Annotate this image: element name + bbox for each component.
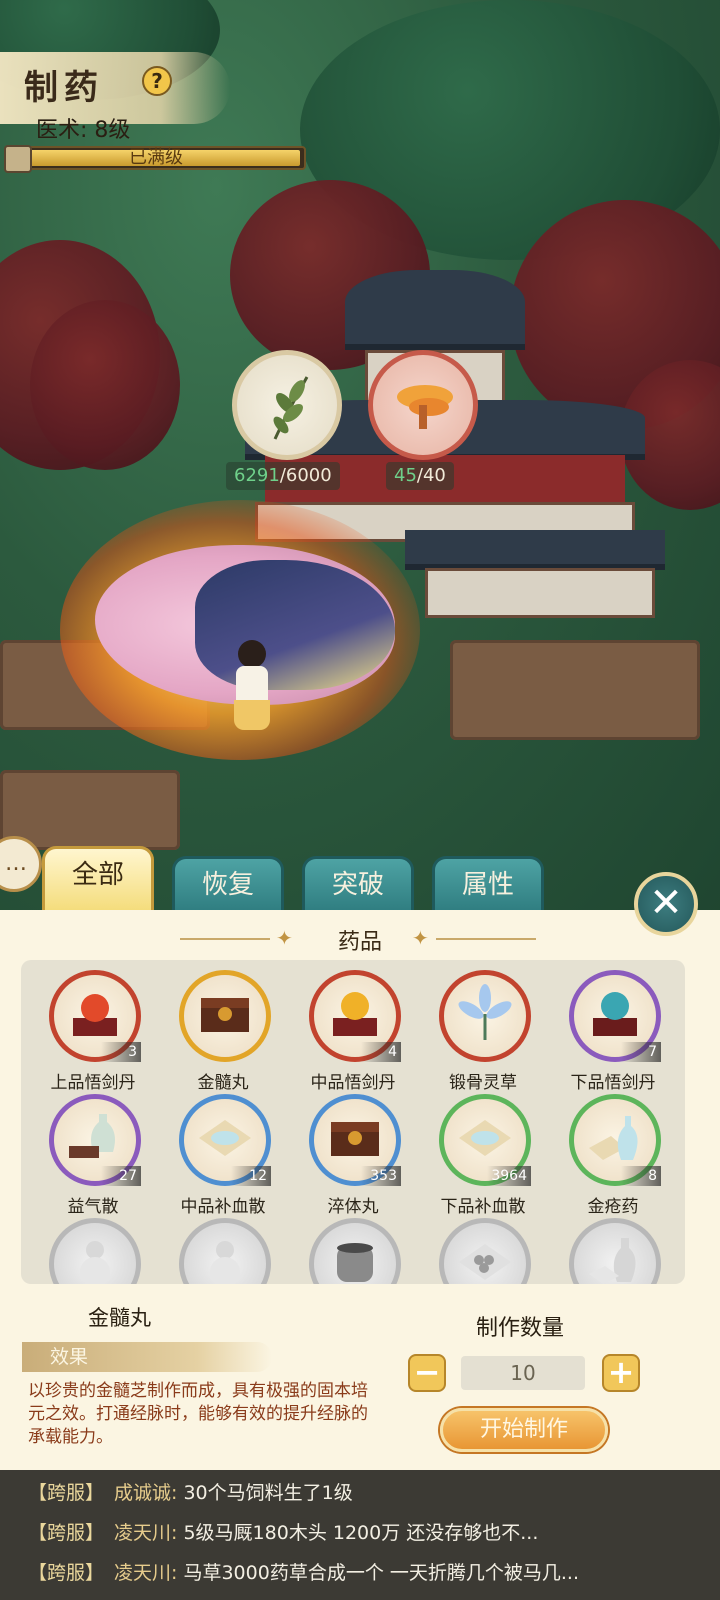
item-frame <box>179 1218 271 1284</box>
vase-with-beads-icon <box>65 1108 125 1172</box>
medicine-item[interactable]: 4 中品悟剑丹 <box>293 970 413 1096</box>
tab-recovery[interactable]: 恢复 <box>172 856 284 912</box>
teal-orb-on-box-icon <box>585 984 645 1048</box>
chat-message: 【跨服】 成诚诚: 30个马饲料生了1级 <box>28 1482 353 1504</box>
close-button[interactable]: ✕ <box>634 872 698 936</box>
medicine-item[interactable] <box>293 1218 413 1284</box>
medicine-item[interactable]: 353 淬体丸 <box>293 1094 413 1220</box>
herb-resource[interactable] <box>232 350 342 460</box>
item-name: 益气散 <box>67 1197 119 1217</box>
help-button[interactable]: ? <box>142 66 172 96</box>
item-name: 中品补血散 <box>180 1197 266 1217</box>
item-frame <box>439 1218 531 1284</box>
tab-breakthrough[interactable]: 突破 <box>302 856 414 912</box>
medicine-item[interactable] <box>423 1218 543 1284</box>
chat-log[interactable]: 【跨服】 成诚诚: 30个马饲料生了1级 【跨服】 凌天川: 5级马厩180木头 1… <box>0 1470 720 1600</box>
medicine-item[interactable] <box>553 1218 673 1284</box>
crafting-header: 制药 ? 医术: 8级 已满级 <box>0 52 320 182</box>
item-count: 3 <box>101 1042 141 1062</box>
chat-message: 【跨服】 凌天川: 5级马厩180木头 1200万 还没存够也不... <box>28 1522 539 1544</box>
increase-quantity-button[interactable]: + <box>602 1354 640 1392</box>
item-name: 金疮药 <box>587 1197 639 1217</box>
sparkle-icon: ✦ <box>412 926 429 950</box>
powder-on-paper-icon <box>455 1108 515 1172</box>
effect-label: 效果 <box>22 1342 272 1372</box>
medicine-item[interactable]: 3 上品悟剑丹 <box>33 970 153 1096</box>
effect-description: 以珍贵的金髓芝制作而成，具有极强的固本培元之效。打通经脉时，能够有效的提升经脉的… <box>28 1381 368 1447</box>
item-frame <box>309 1218 401 1284</box>
item-name: 下品补血散 <box>440 1197 526 1217</box>
gourd-bottle-icon <box>195 1232 255 1284</box>
medicine-item[interactable]: 12 中品补血散 <box>163 1094 283 1220</box>
skill-level: 医术: 8级 <box>36 118 131 143</box>
item-name: 淬体丸 <box>327 1197 379 1217</box>
medicine-item[interactable]: 8 金疮药 <box>553 1094 673 1220</box>
pill-in-chest-icon <box>325 1108 385 1172</box>
jar-icon <box>325 1232 385 1284</box>
medicine-item[interactable]: 27 益气散 <box>33 1094 153 1220</box>
level-progress-bar: 已满级 <box>4 145 306 173</box>
quantity-label: 制作数量 <box>476 1316 565 1341</box>
item-name: 下品悟剑丹 <box>570 1073 656 1093</box>
lingzhi-mushroom-icon <box>397 385 453 429</box>
item-count: 353 <box>361 1166 401 1186</box>
blue-flower-icon <box>455 984 515 1048</box>
powder-on-paper-icon <box>195 1108 255 1172</box>
farm-plot[interactable] <box>0 770 180 850</box>
item-count: 3964 <box>487 1166 531 1186</box>
pill-in-chest-icon <box>195 984 255 1048</box>
section-title: 药品 <box>337 930 382 955</box>
page-title: 制药 <box>24 68 104 108</box>
player-character[interactable] <box>232 640 272 740</box>
medicine-item[interactable]: 7 下品悟剑丹 <box>553 970 673 1096</box>
medicine-item[interactable] <box>163 1218 283 1284</box>
item-frame <box>49 1218 141 1284</box>
item-name: 金髓丸 <box>197 1073 249 1093</box>
medicine-item[interactable]: 3964 下品补血散 <box>423 1094 543 1220</box>
red-maple-tree <box>30 300 180 470</box>
pills-on-paper-icon <box>455 1232 515 1284</box>
chat-message: 【跨服】 凌天川: 马草3000药草合成一个 一天折腾几个被马几... <box>28 1562 579 1584</box>
gourd-bottle-icon <box>65 1232 125 1284</box>
medicine-grid: 3 上品悟剑丹 金髓丸 4 中品悟剑丹 锻骨灵草 7 下品悟剑丹 27 益气散 12 中品补血散 353… <box>21 960 685 1284</box>
vase-icon <box>585 1232 645 1284</box>
potion-bottle-icon <box>585 1108 645 1172</box>
tab-all[interactable]: 全部 <box>42 846 154 912</box>
item-frame <box>569 1218 661 1284</box>
medicine-item[interactable]: 锻骨灵草 <box>423 970 543 1096</box>
item-count: 12 <box>231 1166 271 1186</box>
herb-leaf-icon <box>273 376 309 440</box>
item-name: 锻骨灵草 <box>449 1073 517 1093</box>
item-count: 27 <box>101 1166 141 1186</box>
start-crafting-button[interactable]: 开始制作 <box>440 1408 608 1452</box>
item-count: 8 <box>621 1166 661 1186</box>
red-orb-on-box-icon <box>65 984 125 1048</box>
mushroom-resource[interactable] <box>368 350 478 460</box>
medicine-item[interactable] <box>33 1218 153 1284</box>
farm-plot[interactable] <box>450 640 700 740</box>
selected-item-name: 金髓丸 <box>88 1306 151 1330</box>
item-frame <box>179 970 271 1062</box>
gold-orb-on-box-icon <box>325 984 385 1048</box>
item-count: 7 <box>621 1042 661 1062</box>
mushroom-count: 45/40 <box>386 462 454 490</box>
item-frame <box>439 970 531 1062</box>
progress-text: 已满级 <box>129 147 183 168</box>
item-count: 4 <box>361 1042 401 1062</box>
speech-bubble-icon: … <box>5 851 27 876</box>
tab-attribute[interactable]: 属性 <box>432 856 544 912</box>
medicine-item[interactable]: 金髓丸 <box>163 970 283 1096</box>
quantity-input[interactable] <box>461 1356 585 1390</box>
item-name: 上品悟剑丹 <box>50 1073 136 1093</box>
medicine-panel: ✦ 药品 ✦ 3 上品悟剑丹 金髓丸 4 中品悟剑丹 锻骨灵草 7 下品悟剑丹 27 益气散 12 中… <box>0 910 720 1470</box>
item-name: 中品悟剑丹 <box>310 1073 396 1093</box>
decrease-quantity-button[interactable]: − <box>408 1354 446 1392</box>
herb-count: 6291/6000 <box>226 462 340 490</box>
